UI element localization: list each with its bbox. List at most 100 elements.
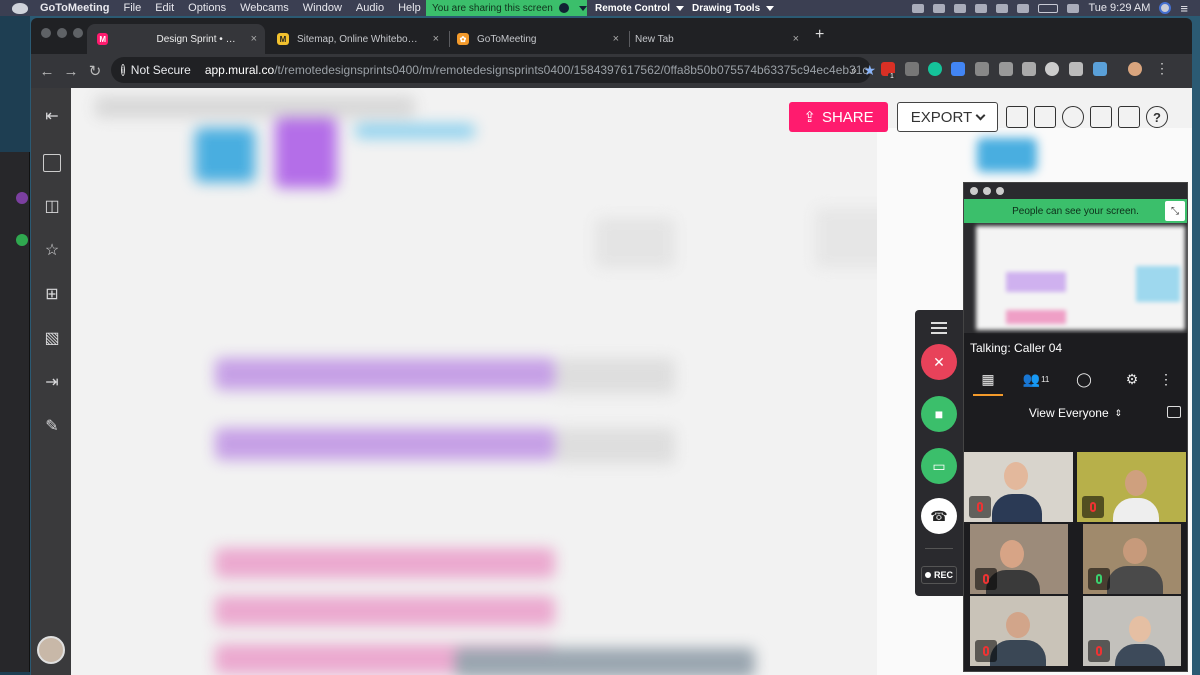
webcam-tile[interactable]: [1083, 524, 1181, 594]
tab-sitemap-whiteboard[interactable]: M Sitemap, Online Whiteboard for Visual …: [271, 24, 447, 54]
sharing-dropdown-icon[interactable]: [578, 5, 587, 11]
collapse-preview-icon[interactable]: ⤡: [1165, 201, 1185, 221]
activity-timer-icon[interactable]: [1062, 106, 1084, 128]
chrome-menu-icon[interactable]: ⋮: [1155, 60, 1169, 77]
record-extension-icon[interactable]: [1045, 62, 1059, 76]
settings-gear-icon[interactable]: ⚙: [1108, 371, 1156, 388]
menu-file[interactable]: File: [123, 2, 141, 14]
forward-arrow-icon[interactable]: →: [59, 63, 83, 80]
hamburger-menu-icon[interactable]: [931, 322, 947, 334]
close-window-icon[interactable]: [41, 28, 51, 38]
apple-icon[interactable]: [12, 2, 28, 14]
profile-avatar[interactable]: [1128, 62, 1142, 76]
close-tab-icon[interactable]: ×: [605, 33, 627, 45]
webcam-tile[interactable]: [1083, 596, 1181, 666]
minimize-panel-icon[interactable]: [983, 187, 991, 195]
notification-center-icon[interactable]: ≡: [1180, 1, 1188, 16]
maximize-panel-icon[interactable]: [996, 187, 1004, 195]
muted-mic-icon: [975, 568, 997, 590]
close-tab-icon[interactable]: ×: [243, 33, 265, 45]
chat-icon[interactable]: [1034, 106, 1056, 128]
webcam-tile[interactable]: [970, 524, 1068, 594]
collapse-panel-icon[interactable]: ⇤: [42, 106, 62, 126]
new-tab-plus-icon[interactable]: +: [815, 26, 824, 44]
info-icon[interactable]: i: [121, 64, 125, 76]
screen-sharing-banner[interactable]: You are sharing this screen: [426, 0, 587, 16]
screen-preview-thumbnail: [976, 226, 1185, 330]
battery-icon[interactable]: [1038, 3, 1059, 13]
grid-view-icon[interactable]: ▦: [964, 371, 1012, 396]
menu-options[interactable]: Options: [188, 2, 226, 14]
clock[interactable]: Tue 9:29 AM: [1088, 2, 1150, 14]
puzzle-extension-icon[interactable]: [1069, 62, 1083, 76]
close-tab-icon[interactable]: ×: [785, 33, 807, 45]
background-window: [0, 152, 30, 672]
drive-extension-icon[interactable]: [951, 62, 965, 76]
drawing-tools-menu[interactable]: Drawing Tools: [692, 0, 775, 16]
tab-new-tab[interactable]: New Tab ×: [631, 24, 807, 54]
grammarly-icon[interactable]: [928, 62, 942, 76]
pause-sharing-icon[interactable]: [558, 3, 569, 13]
bookmark-star-icon[interactable]: ★: [863, 62, 876, 79]
comments-icon[interactable]: [1006, 106, 1028, 128]
menu-app-name[interactable]: GoToMeeting: [40, 2, 109, 14]
screen-visible-banner: People can see your screen. ⤡: [964, 199, 1187, 223]
tab-gotomeeting[interactable]: ✿ GoToMeeting ×: [451, 24, 627, 54]
screen-share-icon[interactable]: ▭: [921, 448, 957, 484]
more-options-icon[interactable]: ⋮: [1156, 371, 1176, 388]
theme-extension-icon[interactable]: [1093, 62, 1107, 76]
menu-webcams[interactable]: Webcams: [240, 2, 289, 14]
record-button[interactable]: REC: [921, 566, 957, 584]
view-selector[interactable]: View Everyone ⇕: [964, 395, 1187, 431]
webcam-icon[interactable]: ■: [921, 396, 957, 432]
webcam-tile[interactable]: [970, 596, 1068, 666]
menu-window[interactable]: Window: [303, 2, 342, 14]
wifi-icon[interactable]: [1017, 3, 1030, 13]
leave-call-icon[interactable]: ☎: [921, 498, 957, 534]
picture-in-picture-icon[interactable]: [1167, 406, 1181, 418]
pencil-icon[interactable]: ✎: [42, 416, 62, 436]
maximize-window-icon[interactable]: [73, 28, 83, 38]
camera-extension-icon[interactable]: [999, 62, 1013, 76]
menu-help[interactable]: Help: [398, 2, 421, 14]
close-tab-icon[interactable]: ×: [425, 33, 447, 45]
reload-icon[interactable]: ↻: [83, 62, 107, 80]
export-button[interactable]: EXPORT: [897, 102, 998, 132]
zoom-icon[interactable]: ⌕: [851, 63, 858, 78]
siri-icon[interactable]: [1159, 2, 1172, 14]
star-icon[interactable]: ☆: [42, 240, 62, 260]
sticky-note-icon[interactable]: [43, 154, 61, 172]
webcam-tile[interactable]: [964, 452, 1073, 522]
shapes-icon[interactable]: ◫: [42, 196, 62, 216]
back-arrow-icon[interactable]: ←: [35, 63, 59, 80]
volume-icon[interactable]: [1067, 3, 1080, 13]
outline-list-icon[interactable]: [1090, 106, 1112, 128]
menu-audio[interactable]: Audio: [356, 2, 384, 14]
mute-microphone-icon[interactable]: ✕: [921, 344, 957, 380]
cloud-icon[interactable]: [912, 3, 925, 13]
chat-bubble-icon[interactable]: ◯: [1060, 371, 1108, 388]
tab-design-sprint[interactable]: M Design Sprint • Remote ×: [87, 24, 265, 54]
menu-edit[interactable]: Edit: [155, 2, 174, 14]
search-icon[interactable]: [1118, 106, 1140, 128]
webcam-tile[interactable]: [1077, 452, 1186, 522]
import-icon[interactable]: ⇥: [42, 372, 62, 392]
image-icon[interactable]: ▧: [42, 328, 62, 348]
frameworks-icon[interactable]: ⊞: [42, 284, 62, 304]
close-panel-icon[interactable]: [970, 187, 978, 195]
address-bar[interactable]: i Not Secure app.mural.co/t/remotedesign…: [111, 57, 871, 83]
user-avatar[interactable]: [37, 636, 65, 664]
app-status-icon[interactable]: [933, 3, 946, 13]
app-dot-icon: [16, 192, 28, 204]
tag-icon[interactable]: [975, 3, 988, 13]
remote-control-menu[interactable]: Remote Control: [595, 0, 684, 16]
chat-extension-icon[interactable]: [975, 62, 989, 76]
activity-icon[interactable]: [954, 3, 967, 13]
share-button[interactable]: ⇪ SHARE: [789, 102, 888, 132]
bluetooth-icon[interactable]: [996, 3, 1009, 13]
help-icon[interactable]: ?: [1146, 106, 1168, 128]
minimize-window-icon[interactable]: [57, 28, 67, 38]
attendees-icon[interactable]: 👥 11: [1012, 371, 1060, 388]
screenshot-extension-icon[interactable]: [1022, 62, 1036, 76]
grammar-extension-icon[interactable]: [905, 62, 919, 76]
